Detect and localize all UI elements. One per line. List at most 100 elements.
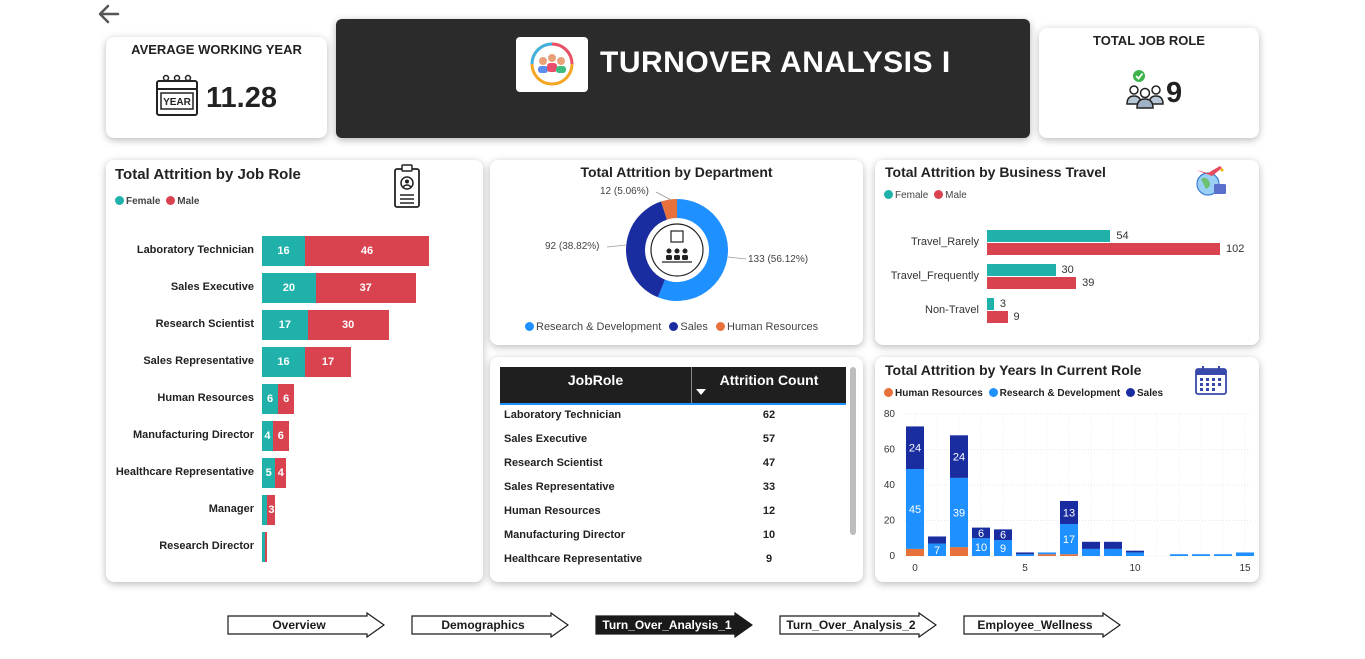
sort-desc-icon[interactable] [696, 389, 706, 397]
job-role-female-bar[interactable]: 4 [262, 421, 273, 451]
travel-male-bar[interactable] [987, 311, 1008, 323]
job-role-male-bar[interactable]: 17 [305, 347, 351, 377]
years-bar-segment[interactable] [1192, 554, 1210, 556]
travel-globe-icon [1196, 166, 1226, 196]
attrition-by-job-role-card: Total Attrition by Job Role Female Male … [106, 160, 483, 582]
job-role-legend: Female Male [115, 196, 199, 207]
job-role-male-bar[interactable] [264, 532, 268, 562]
col-header-jobrole[interactable]: JobRole [500, 372, 691, 388]
donut-label-rd: 133 (56.12%) [748, 254, 809, 265]
years-bar-value: 7 [934, 545, 940, 557]
travel-legend: Female Male [884, 190, 967, 201]
job-role-male-bar[interactable]: 37 [315, 273, 416, 303]
years-bar-segment[interactable] [1236, 552, 1254, 556]
years-bar-value: 24 [953, 452, 965, 464]
travel-male-bar[interactable] [987, 243, 1220, 255]
job-role-chart-title: Total Attrition by Job Role [115, 166, 301, 183]
table-row[interactable]: Manufacturing Director 10 [504, 529, 844, 541]
job-role-male-bar[interactable]: 4 [275, 458, 287, 488]
job-role-male-bar[interactable]: 30 [307, 310, 389, 340]
job-role-male-bar[interactable]: 46 [305, 236, 429, 266]
years-bar-segment[interactable] [1038, 552, 1056, 555]
avg-working-year-title: AVERAGE WORKING YEAR [131, 42, 302, 57]
nav-button-label: Turn_Over_Analysis_2 [786, 618, 916, 632]
job-role-label: Sales Representative [143, 355, 254, 367]
years-bar-segment[interactable] [1126, 550, 1144, 553]
svg-text:YEAR: YEAR [163, 97, 192, 108]
job-role-female-bar[interactable]: 5 [262, 458, 276, 488]
table-scrollbar[interactable] [850, 367, 856, 535]
table-cell-jobrole: Sales Executive [504, 433, 588, 445]
department-donut-chart [606, 191, 747, 301]
travel-value-label: 9 [1013, 311, 1020, 323]
job-role-male-bar[interactable]: 3 [267, 495, 276, 525]
back-arrow-icon[interactable] [96, 2, 122, 26]
job-role-female-bar[interactable]: 6 [262, 384, 279, 414]
travel-value-label: 3 [999, 298, 1006, 310]
table-row[interactable]: Laboratory Technician 62 [504, 409, 844, 421]
job-role-label: Manufacturing Director [132, 429, 254, 441]
years-bar-value: 10 [975, 542, 987, 554]
table-row[interactable]: Healthcare Representative 9 [504, 553, 844, 565]
y-tick-label: 0 [889, 551, 895, 562]
attrition-by-travel-card: Total Attrition by Business Travel Femal… [875, 160, 1259, 345]
years-bar-value: 39 [953, 508, 965, 520]
avg-working-year-card: AVERAGE WORKING YEAR YEAR 11.28 [106, 37, 327, 138]
y-tick-label: 40 [884, 480, 896, 491]
nav-button-turn_over_analysis_2[interactable]: Turn_Over_Analysis_2 [779, 612, 937, 638]
job-role-male-bar[interactable]: 6 [278, 384, 295, 414]
department-legend: Research & Development Sales Human Resou… [525, 321, 818, 333]
page-title: TURNOVER ANALYSIS I [600, 46, 951, 79]
years-bar-segment[interactable] [1060, 554, 1078, 556]
years-bar-value: 17 [1063, 534, 1075, 546]
years-bar-segment[interactable] [928, 536, 946, 544]
years-bar-value: 6 [978, 528, 984, 540]
job-role-female-bar[interactable]: 16 [262, 236, 306, 266]
travel-male-bar[interactable] [987, 277, 1077, 289]
travel-female-bar[interactable] [987, 298, 994, 310]
job-role-female-bar[interactable]: 16 [262, 347, 306, 377]
years-bar-segment[interactable] [1082, 548, 1100, 556]
table-row[interactable]: Research Scientist 47 [504, 457, 844, 469]
col-header-attrition-count[interactable]: Attrition Count [692, 372, 846, 388]
years-bar-segment[interactable] [950, 547, 968, 556]
years-bar-segment[interactable] [1214, 554, 1232, 556]
table-cell-count: 10 [762, 529, 776, 541]
table-row[interactable]: Sales Representative 33 [504, 481, 844, 493]
table-cell-jobrole: Laboratory Technician [504, 409, 622, 421]
job-role-label: Healthcare Representative [115, 466, 254, 478]
donut-label-sales: 92 (38.82%) [545, 241, 600, 252]
years-bar-segment[interactable] [1016, 552, 1034, 555]
x-tick-label: 10 [1129, 563, 1141, 574]
travel-female-bar[interactable] [987, 264, 1056, 276]
nav-button-turn_over_analysis_1[interactable]: Turn_Over_Analysis_1 [595, 612, 753, 638]
table-row[interactable]: Human Resources 12 [504, 505, 844, 517]
years-bar-segment[interactable] [1126, 552, 1144, 556]
total-job-role-title: TOTAL JOB ROLE [1093, 33, 1205, 48]
nav-button-demographics[interactable]: Demographics [411, 612, 569, 638]
nav-button-label: Employee_Wellness [977, 618, 1093, 632]
team-check-icon [1126, 70, 1164, 109]
years-bar-segment[interactable] [1016, 554, 1034, 556]
job-role-female-bar[interactable]: 20 [262, 273, 316, 303]
years-bar-segment[interactable] [1104, 541, 1122, 549]
table-row[interactable]: Sales Executive 57 [504, 433, 844, 445]
travel-female-bar[interactable] [987, 230, 1111, 242]
nav-button-overview[interactable]: Overview [227, 612, 385, 638]
years-bar-segment[interactable] [1082, 541, 1100, 549]
years-bar-value: 13 [1063, 508, 1075, 520]
years-bar-segment[interactable] [1170, 554, 1188, 556]
years-bar-segment[interactable] [906, 548, 924, 556]
years-bar-segment[interactable] [1104, 548, 1122, 556]
job-role-female-bar[interactable]: 17 [262, 310, 308, 340]
nav-button-employee_wellness[interactable]: Employee_Wellness [963, 612, 1121, 638]
donut-label-hr: 12 (5.06%) [600, 186, 649, 197]
y-tick-label: 60 [884, 445, 896, 456]
job-role-label: Research Director [159, 540, 254, 552]
years-bar-segment[interactable] [1038, 554, 1056, 556]
legend-male: Male [177, 196, 200, 207]
job-role-male-bar[interactable]: 6 [272, 421, 289, 451]
years-bar-value: 6 [1000, 530, 1006, 542]
travel-value-label: 30 [1061, 264, 1074, 276]
job-role-label: Research Scientist [155, 318, 254, 330]
